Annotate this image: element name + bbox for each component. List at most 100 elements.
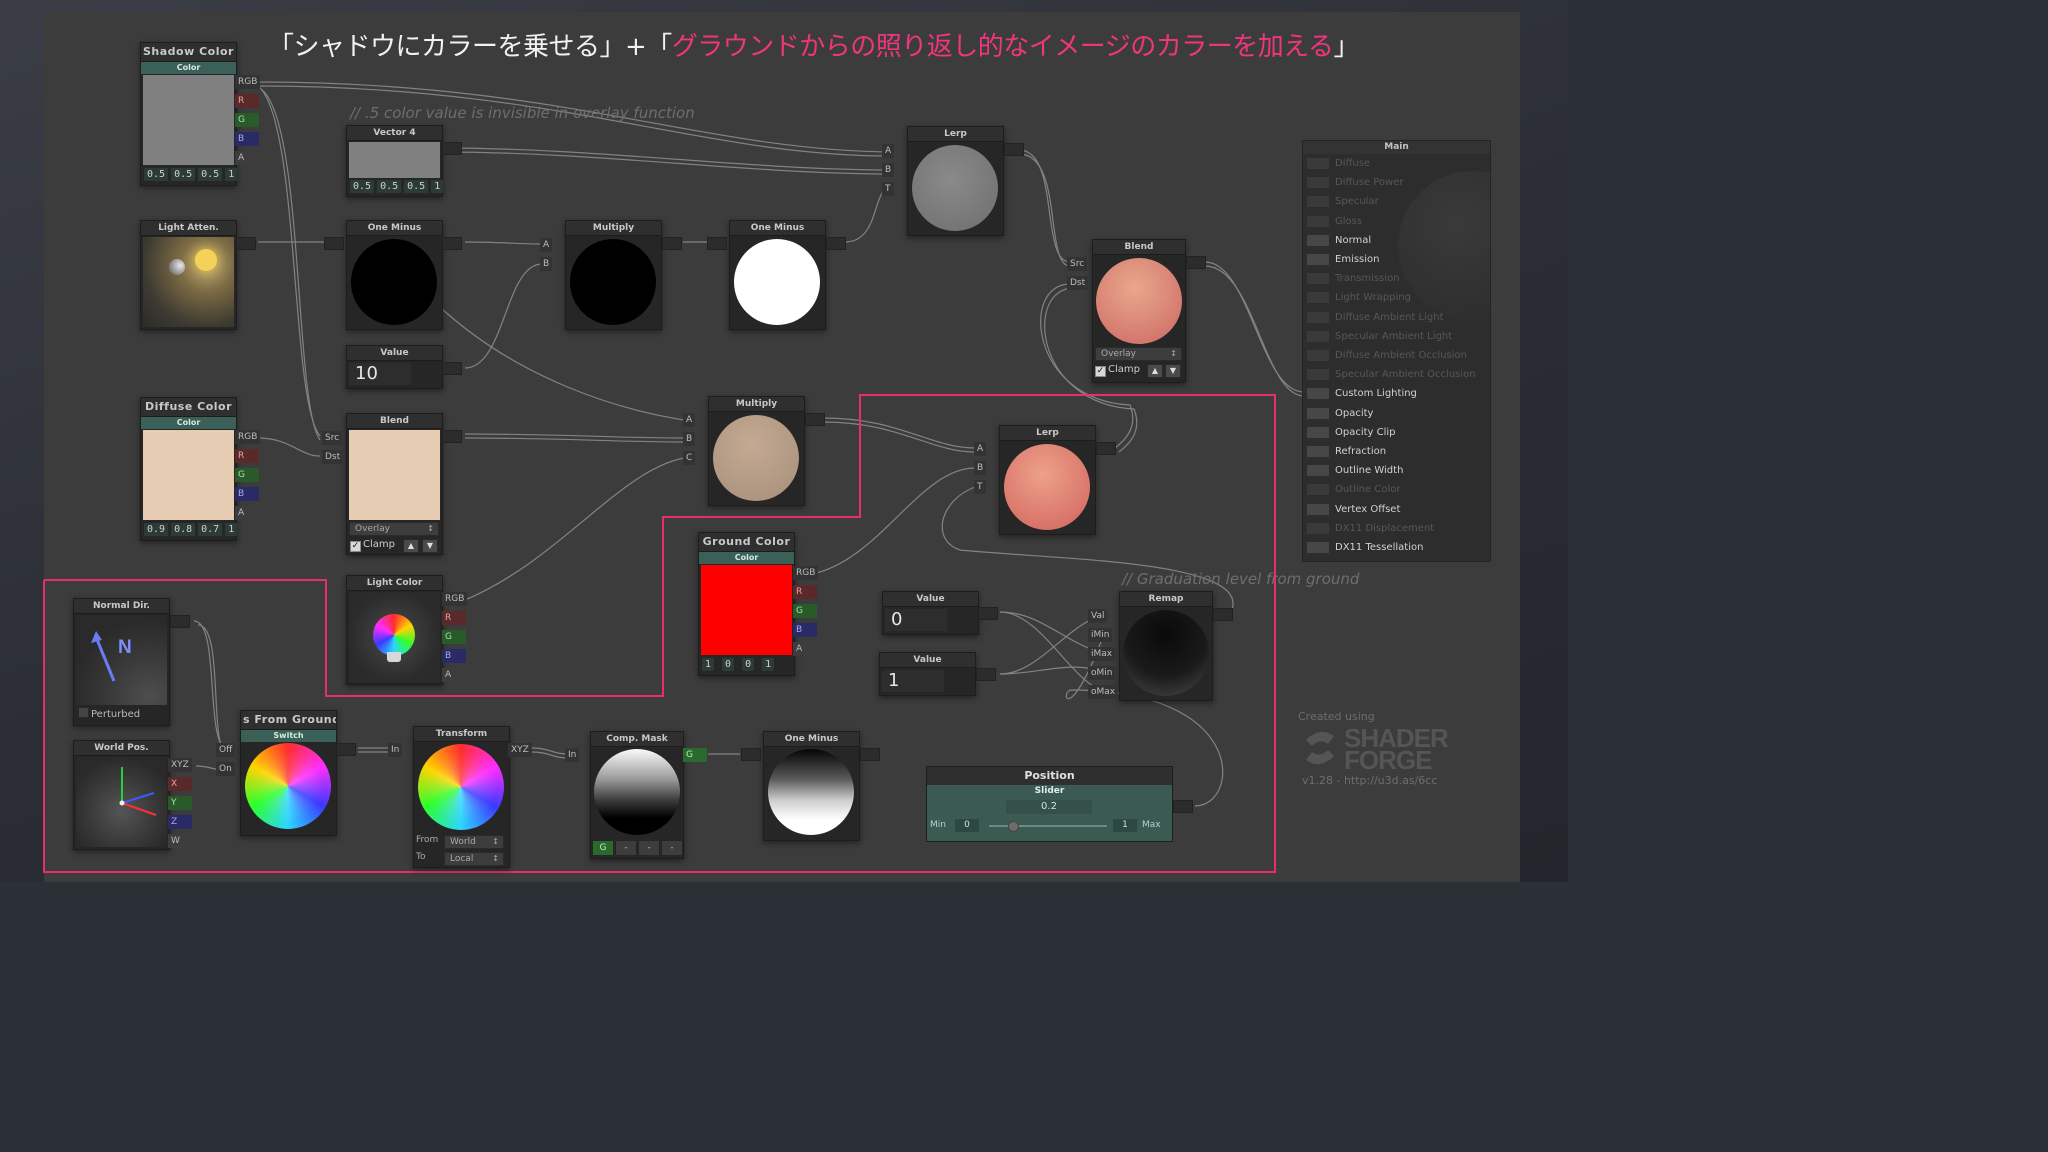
output-port[interactable] [662, 237, 682, 250]
max-field[interactable]: 1 [1113, 819, 1137, 832]
input-port[interactable] [1307, 350, 1329, 361]
value-r[interactable]: 0.9 [144, 523, 169, 536]
port-b[interactable]: B [235, 487, 259, 501]
input-port[interactable] [1307, 426, 1329, 438]
value-a[interactable]: 1 [225, 168, 238, 181]
world-pos-node[interactable]: World Pos. [73, 740, 170, 850]
output-port[interactable] [442, 142, 462, 155]
output-port[interactable] [826, 237, 846, 250]
remap-node[interactable]: Remap [1119, 591, 1213, 701]
port-in[interactable]: In [388, 743, 403, 757]
switch-node[interactable]: s From Ground Switch [240, 710, 337, 836]
port-on[interactable]: On [216, 762, 235, 776]
port-rgb[interactable]: RGB [235, 430, 261, 444]
port-r[interactable]: R [235, 94, 259, 108]
color-values[interactable]: 0.5 0.5 0.5 1 [144, 168, 238, 181]
value-node-0[interactable]: Value 0 [882, 591, 979, 635]
port-omax[interactable]: oMax [1088, 685, 1119, 699]
input-port[interactable] [1307, 388, 1329, 400]
one-minus-node-3[interactable]: One Minus [763, 731, 860, 841]
port-xyz[interactable]: XYZ [508, 743, 532, 757]
color-values[interactable]: 0.9 0.8 0.7 1 [144, 523, 238, 536]
output-port[interactable] [1096, 442, 1116, 455]
output-port[interactable] [442, 430, 462, 443]
input-port[interactable] [1307, 311, 1329, 323]
port-dst[interactable]: Dst [322, 450, 344, 464]
move-down-button[interactable]: ▼ [422, 539, 438, 553]
port-b[interactable]: B [540, 257, 553, 271]
slider-value[interactable]: 0.2 [1006, 800, 1092, 814]
input-port[interactable] [741, 748, 761, 761]
one-minus-node-2[interactable]: One Minus [729, 220, 826, 330]
port-dst[interactable]: Dst [1067, 276, 1089, 290]
port-t[interactable]: T [882, 182, 894, 196]
vector-values[interactable]: 0.5 0.5 0.5 1 [350, 180, 444, 193]
value-b[interactable]: 0 [742, 658, 755, 671]
channel-g[interactable]: G [593, 841, 613, 855]
main-output-panel[interactable]: Main Diffuse Diffuse Power Specular Gloss No… [1302, 140, 1491, 562]
output-port[interactable] [1004, 143, 1024, 156]
vector4-node[interactable]: Vector 4 0.5 0.5 0.5 1 [346, 125, 444, 197]
slider-track[interactable] [989, 821, 1107, 832]
value-b[interactable]: 0.5 [198, 168, 223, 181]
input-port[interactable] [1307, 330, 1329, 342]
slider-thumb[interactable] [1007, 821, 1019, 832]
input-port[interactable] [1307, 177, 1329, 189]
input-port[interactable] [1307, 369, 1329, 381]
ground-color-node[interactable]: Ground Color Color 1 0 0 1 [698, 532, 795, 676]
check-icon[interactable]: ✓ [1095, 366, 1106, 377]
channel-2[interactable]: - [616, 841, 636, 855]
port-omin[interactable]: oMin [1088, 666, 1116, 680]
port-g[interactable]: G [442, 630, 466, 644]
output-port[interactable] [170, 615, 190, 628]
port-t[interactable]: T [974, 480, 986, 494]
output-port[interactable] [442, 237, 462, 250]
multiply-node-2[interactable]: Multiply [708, 396, 805, 506]
port-g[interactable]: G [683, 748, 707, 762]
port-in[interactable]: In [565, 748, 580, 762]
value-z[interactable]: 0.5 [404, 180, 429, 193]
lerp-mid-node[interactable]: Lerp [999, 425, 1096, 535]
port-imin[interactable]: iMin [1088, 628, 1113, 642]
input-port[interactable] [1307, 215, 1329, 227]
color-swatch[interactable] [143, 75, 234, 165]
color-swatch[interactable] [701, 565, 792, 655]
output-port[interactable] [442, 362, 462, 375]
move-up-button[interactable]: ▲ [403, 539, 419, 553]
port-b[interactable]: B [974, 461, 987, 475]
input-port[interactable] [324, 237, 344, 250]
move-down-button[interactable]: ▼ [1165, 364, 1181, 378]
output-port[interactable] [1173, 800, 1193, 813]
port-r[interactable]: R [235, 449, 259, 463]
value-w[interactable]: 1 [431, 180, 444, 193]
value-b[interactable]: 0.7 [198, 523, 223, 536]
port-a[interactable]: A [974, 442, 987, 456]
blend-mode-dropdown[interactable]: Overlay [1095, 347, 1182, 361]
port-rgb[interactable]: RGB [235, 75, 261, 89]
port-a[interactable]: A [442, 668, 466, 682]
port-a[interactable]: A [235, 506, 259, 520]
one-minus-node-1[interactable]: One Minus [346, 220, 443, 330]
color-swatch[interactable] [143, 430, 234, 520]
min-field[interactable]: 0 [955, 819, 979, 832]
output-port[interactable] [336, 743, 356, 756]
port-b[interactable]: B [442, 649, 466, 663]
input-port[interactable] [1307, 292, 1329, 304]
port-rgb[interactable]: RGB [442, 592, 468, 606]
port-g[interactable]: G [793, 604, 817, 618]
from-space-dropdown[interactable]: World [444, 835, 504, 849]
blend-right-node[interactable]: Blend Overlay ✓Clamp ▲ ▼ [1092, 239, 1186, 383]
input-port[interactable] [1307, 158, 1329, 169]
port-a[interactable]: A [793, 642, 817, 656]
port-val[interactable]: Val [1088, 609, 1108, 623]
port-b[interactable]: B [882, 163, 895, 177]
value-g[interactable]: 0 [722, 658, 735, 671]
comp-mask-node[interactable]: Comp. Mask G - - - [590, 731, 684, 859]
check-icon[interactable]: ✓ [350, 541, 361, 552]
value-g[interactable]: 0.5 [171, 168, 196, 181]
multiply-node-1[interactable]: Multiply [565, 220, 662, 330]
blend-mode-dropdown[interactable]: Overlay [349, 522, 439, 536]
input-port[interactable] [1307, 522, 1329, 534]
input-port[interactable] [707, 237, 727, 250]
input-port[interactable] [1307, 542, 1329, 553]
